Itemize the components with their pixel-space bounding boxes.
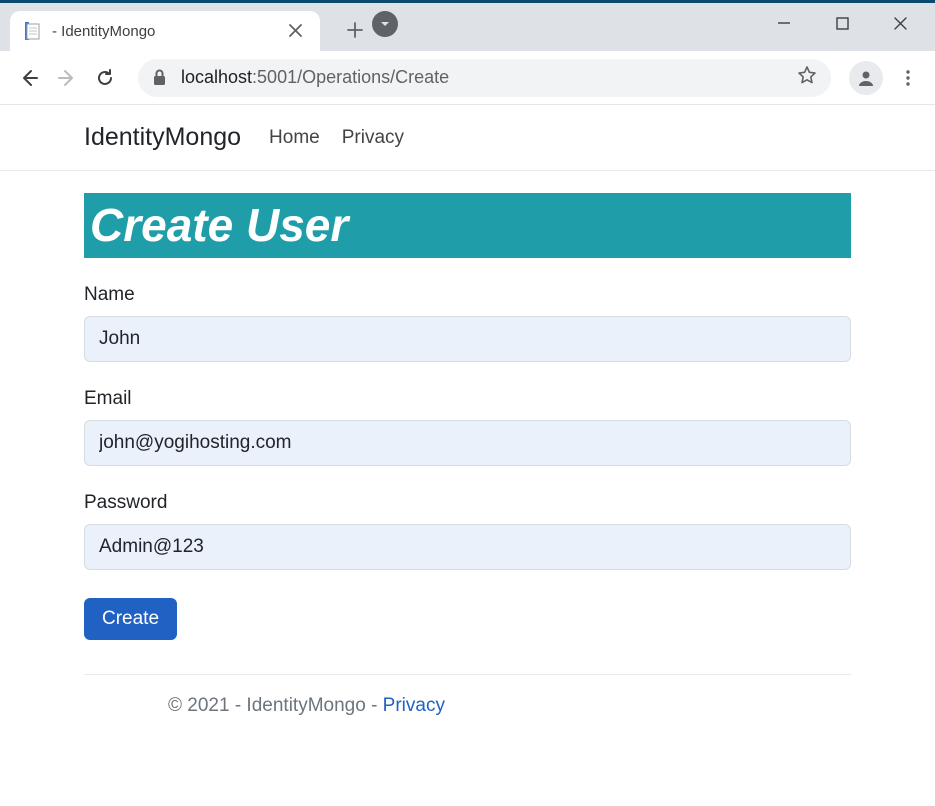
page-title: Create User [84, 193, 851, 258]
new-tab-button[interactable] [338, 13, 372, 47]
name-input[interactable] [84, 316, 851, 362]
window-controls [755, 3, 935, 43]
footer-privacy-link[interactable]: Privacy [383, 695, 445, 716]
titlebar: - IdentityMongo [0, 3, 935, 51]
name-label: Name [84, 284, 851, 306]
form-group-email: Email [84, 388, 851, 466]
tab-search-button[interactable] [372, 11, 398, 37]
nav-link-privacy[interactable]: Privacy [342, 127, 404, 149]
bookmark-star-icon[interactable] [797, 65, 817, 90]
maximize-button[interactable] [813, 4, 871, 42]
forward-button [48, 59, 86, 97]
email-input[interactable] [84, 420, 851, 466]
password-label: Password [84, 492, 851, 514]
profile-button[interactable] [849, 61, 883, 95]
close-tab-icon[interactable] [285, 21, 306, 42]
create-button[interactable]: Create [84, 598, 177, 640]
kebab-menu-button[interactable] [891, 61, 925, 95]
form-group-name: Name [84, 284, 851, 362]
form-group-password: Password [84, 492, 851, 570]
email-label: Email [84, 388, 851, 410]
back-button[interactable] [10, 59, 48, 97]
browser-chrome: - IdentityMongo [0, 3, 935, 105]
password-input[interactable] [84, 524, 851, 570]
browser-toolbar: localhost:5001/Operations/Create [0, 51, 935, 105]
brand-link[interactable]: IdentityMongo [84, 123, 241, 152]
footer-text: © 2021 - IdentityMongo - [168, 695, 383, 716]
site-navbar: IdentityMongo Home Privacy [0, 105, 935, 171]
reload-button[interactable] [86, 59, 124, 97]
browser-tab[interactable]: - IdentityMongo [10, 11, 320, 51]
page-content: IdentityMongo Home Privacy Create User N… [0, 105, 935, 747]
lock-icon [152, 69, 167, 86]
footer: © 2021 - IdentityMongo - Privacy [84, 674, 851, 737]
main-container: Create User Name Email Password Create ©… [0, 171, 935, 747]
url-path: :5001/Operations/Create [252, 67, 449, 88]
tab-title: - IdentityMongo [52, 23, 285, 40]
nav-link-home[interactable]: Home [269, 127, 320, 149]
close-window-button[interactable] [871, 4, 929, 42]
minimize-button[interactable] [755, 4, 813, 42]
favicon-icon [24, 22, 42, 40]
url-host: localhost [181, 67, 252, 88]
address-bar[interactable]: localhost:5001/Operations/Create [138, 59, 831, 97]
